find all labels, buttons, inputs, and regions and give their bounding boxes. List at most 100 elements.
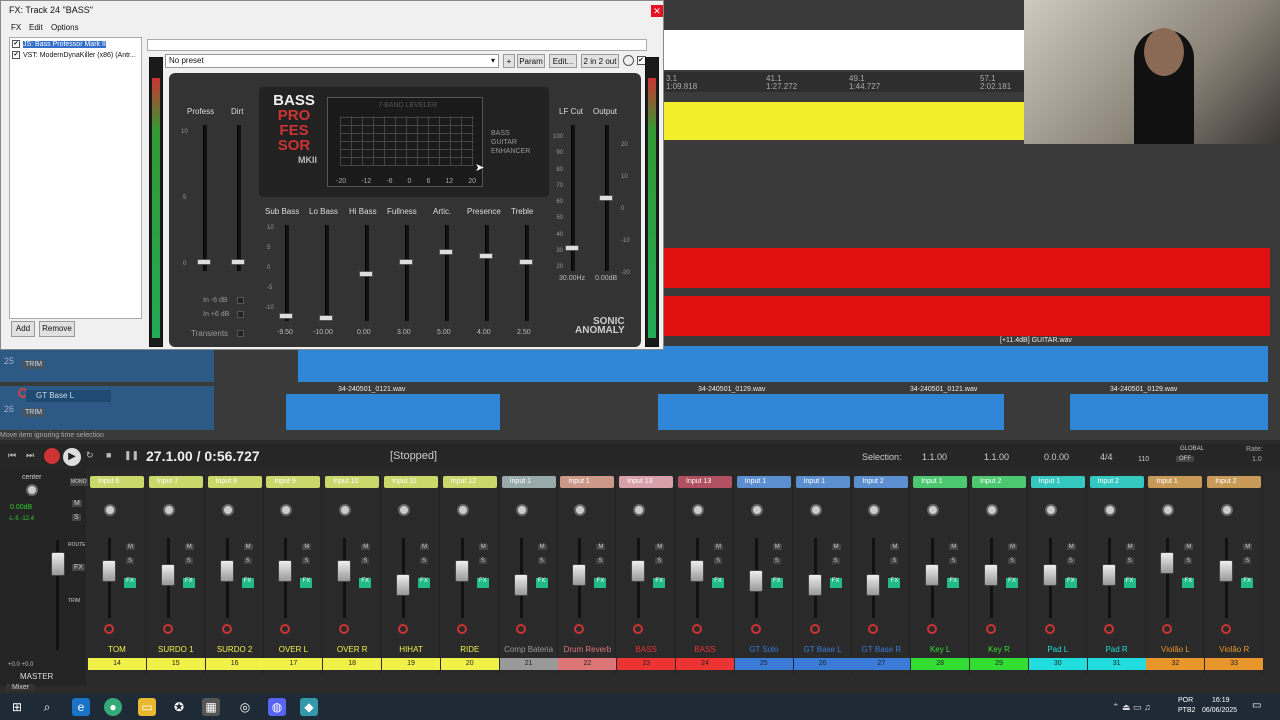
volume-fader[interactable]	[337, 560, 352, 582]
input-selector[interactable]: Input 13	[619, 476, 674, 488]
track-name[interactable]: BASS	[617, 644, 675, 656]
volume-fader[interactable]	[866, 574, 881, 596]
mute-button[interactable]: M	[831, 544, 841, 550]
mute-button[interactable]: M	[184, 544, 194, 550]
fx-button[interactable]: FX	[1123, 578, 1136, 588]
solo-button[interactable]: S	[831, 558, 840, 564]
input-selector[interactable]: Input 1	[1148, 476, 1203, 488]
pan-knob[interactable]	[221, 504, 234, 516]
fx-button[interactable]: FX	[1064, 578, 1077, 588]
fx-button[interactable]: FX	[947, 578, 960, 588]
solo-button[interactable]: S	[184, 558, 193, 564]
mute-button[interactable]: M	[714, 544, 723, 550]
track-name[interactable]: HIHAT	[382, 644, 440, 656]
articulation-slider[interactable]	[439, 249, 453, 255]
solo-button[interactable]: S	[772, 558, 781, 564]
volume-fader[interactable]	[278, 560, 293, 582]
clock-date[interactable]: 06/06/2025	[1202, 707, 1237, 714]
fx-chain-list[interactable]: ✔ JS: Bass Professor Mark II ✔ VST: Modern…	[9, 37, 142, 319]
lo-bass-slider[interactable]	[319, 315, 333, 321]
mute-button[interactable]: M	[478, 544, 488, 550]
volume-fader[interactable]	[748, 570, 763, 592]
volume-fader[interactable]	[454, 560, 469, 582]
input-selector[interactable]: Input 1	[736, 476, 791, 488]
output-slider[interactable]	[599, 195, 613, 201]
record-button[interactable]	[44, 448, 60, 464]
wet-knob-icon[interactable]	[623, 55, 634, 66]
input-selector[interactable]: Input 6	[90, 476, 144, 488]
track-name[interactable]: OVER L	[264, 644, 322, 656]
pan-knob[interactable]	[1162, 504, 1175, 516]
language-indicator[interactable]: POR	[1178, 697, 1193, 704]
track-name[interactable]: BASS	[676, 644, 734, 656]
keyboard-layout[interactable]: PTB2	[1178, 707, 1196, 714]
pan-knob[interactable]	[1221, 504, 1234, 516]
io-routing-button[interactable]: 2 in 2 out	[581, 54, 619, 68]
mixer-tab[interactable]: Mixer	[6, 684, 36, 691]
pan-knob[interactable]	[339, 504, 352, 516]
master-pan-knob[interactable]	[26, 484, 38, 496]
enable-checkbox[interactable]: ✔	[12, 40, 20, 48]
menu-fx[interactable]: FX	[11, 23, 21, 32]
sub-bass-slider[interactable]	[279, 313, 293, 319]
solo-button[interactable]: S	[1066, 558, 1075, 564]
input-selector[interactable]: Input 2	[854, 476, 909, 488]
fx-button[interactable]: FX	[653, 578, 666, 588]
audio-clip[interactable]	[664, 296, 1270, 336]
audio-clip[interactable]	[658, 394, 1004, 430]
timeline-ruler[interactable]: 3.1 1:09.818 41.1 1:27.272 49.1 1:44.727…	[664, 72, 1024, 92]
track-name[interactable]: SURDO 2	[206, 644, 264, 656]
input-selector[interactable]: Input 13	[678, 476, 732, 488]
fx-button[interactable]: FX	[359, 578, 372, 588]
volume-fader[interactable]	[925, 564, 940, 586]
solo-button[interactable]: S	[478, 558, 487, 564]
record-arm-button[interactable]	[868, 624, 879, 634]
pan-knob[interactable]	[927, 504, 940, 516]
track-name[interactable]: Violão R	[1205, 644, 1263, 656]
record-arm-button[interactable]	[574, 624, 585, 634]
input-selector[interactable]: Input 2	[1207, 476, 1262, 488]
trim-button[interactable]: TRIM	[22, 360, 46, 369]
input-selector[interactable]: Input 1	[560, 476, 615, 488]
notification-icon[interactable]: ▭	[1252, 700, 1261, 711]
track-name[interactable]: RIDE	[441, 644, 499, 656]
fx-button[interactable]: FX	[535, 578, 548, 588]
mute-button[interactable]: M	[1243, 544, 1253, 550]
volume-fader[interactable]	[1160, 552, 1175, 574]
volume-fader[interactable]	[807, 574, 822, 596]
solo-button[interactable]: S	[890, 558, 899, 564]
volume-fader[interactable]	[513, 574, 528, 596]
track-name[interactable]: SURDO 1	[147, 644, 205, 656]
volume-fader[interactable]	[1042, 564, 1057, 586]
track-name[interactable]: Violão L	[1146, 644, 1204, 656]
solo-button[interactable]: S	[714, 558, 723, 564]
record-arm-button[interactable]	[339, 624, 350, 634]
track-name[interactable]: OVER R	[323, 644, 381, 656]
fx-button[interactable]: FX	[1182, 578, 1195, 588]
master-solo-button[interactable]: S	[72, 514, 81, 521]
master-trim-button[interactable]: TRIM	[68, 598, 80, 604]
in-plus6-checkbox[interactable]	[237, 311, 244, 318]
pan-knob[interactable]	[633, 504, 646, 516]
mute-button[interactable]: M	[596, 544, 606, 550]
fx-button[interactable]: FX	[476, 578, 489, 588]
pan-knob[interactable]	[104, 504, 116, 516]
mute-button[interactable]: M	[243, 544, 253, 550]
solo-button[interactable]: S	[420, 558, 429, 564]
fx-button[interactable]: FX	[300, 578, 313, 588]
track-name[interactable]: GT Base R	[852, 644, 910, 656]
record-arm-button[interactable]	[1103, 624, 1114, 634]
mono-button[interactable]: MONO	[70, 478, 88, 486]
pan-knob[interactable]	[1044, 504, 1057, 516]
master-fx-button[interactable]: FX	[72, 564, 85, 571]
track-name[interactable]: GT Solo	[735, 644, 793, 656]
fx-name-field[interactable]	[147, 39, 647, 51]
input-selector[interactable]: Input 7	[148, 476, 203, 488]
record-arm-button[interactable]	[1221, 624, 1232, 634]
volume-fader[interactable]	[1101, 564, 1116, 586]
menu-edit[interactable]: Edit	[29, 23, 43, 32]
track-name[interactable]: TOM	[88, 644, 146, 656]
volume-fader[interactable]	[219, 560, 234, 582]
fx-button[interactable]: FX	[182, 578, 195, 588]
solo-button[interactable]: S	[655, 558, 664, 564]
